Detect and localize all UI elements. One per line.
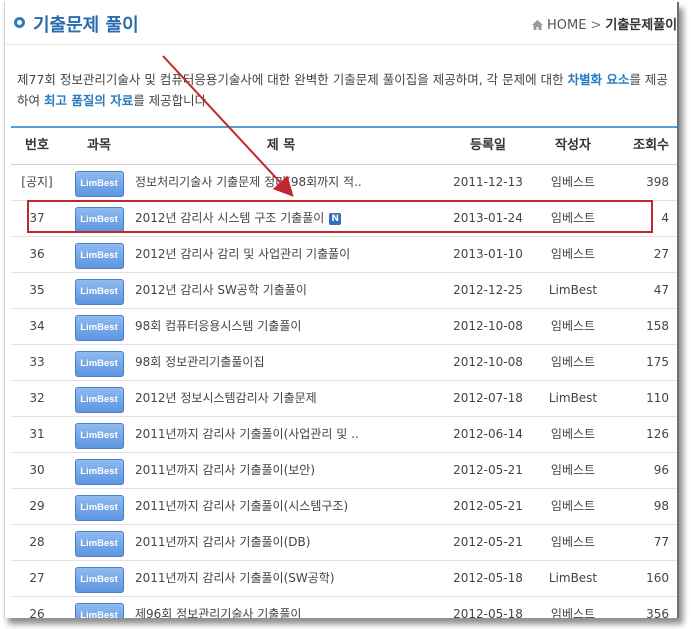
annotation-arrow	[162, 55, 294, 197]
